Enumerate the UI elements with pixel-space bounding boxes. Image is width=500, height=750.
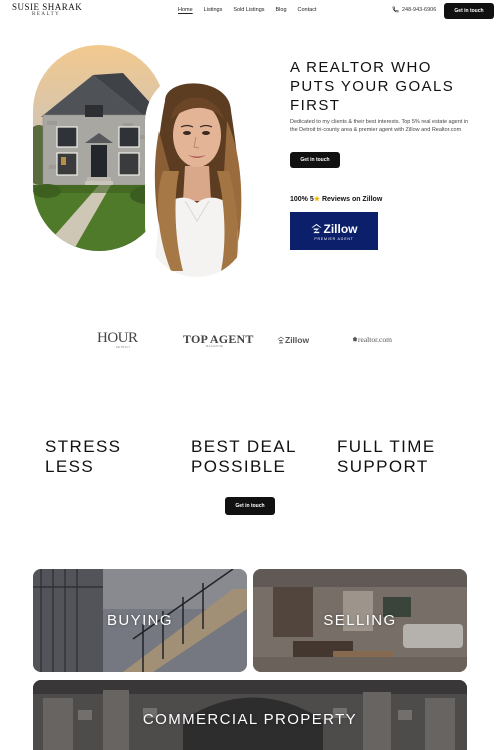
hero-get-in-touch-button[interactable]: Get in touch xyxy=(290,152,340,168)
zillow-reviews-text: 100% 5★ Reviews on Zillow xyxy=(290,195,382,203)
top-agent-logo-sub: MAGAZINE xyxy=(206,345,224,348)
commercial-property-label: COMMERCIAL PROPERTY xyxy=(142,711,358,728)
selling-label: SELLING xyxy=(323,612,397,629)
reviews-suffix: Reviews on Zillow xyxy=(320,196,383,203)
feature-best-deal: BEST DEAL POSSIBLE xyxy=(191,437,297,476)
press-logos: HOUR DETROIT TOP AGENT MAGAZINE Zillow r… xyxy=(0,328,500,352)
zillow-badge-title: Zillow xyxy=(310,221,358,236)
phone-link[interactable]: 248-943-6906 xyxy=(392,6,436,13)
commercial-property-card[interactable]: COMMERCIAL PROPERTY xyxy=(33,680,467,750)
features-get-in-touch-button[interactable]: Get in touch xyxy=(225,497,275,515)
logo-sub-text: REALTY xyxy=(32,12,61,17)
feature-stress-less: STRESS LESS xyxy=(45,437,122,476)
zillow-small-icon xyxy=(277,336,285,344)
selling-card[interactable]: SELLING xyxy=(253,569,467,672)
hour-logo: HOUR xyxy=(97,330,138,346)
feature-full-time-support: FULL TIME SUPPORT xyxy=(337,437,436,476)
buying-label: BUYING xyxy=(107,612,173,629)
zillow-logo-text: Zillow xyxy=(285,335,310,345)
phone-number: 248-943-6906 xyxy=(402,6,437,13)
hour-logo-sub: DETROIT xyxy=(116,346,131,349)
zillow-badge-subtitle: PREMIER AGENT xyxy=(314,236,354,241)
nav-item-contact[interactable]: Contact xyxy=(298,7,317,13)
reviews-prefix: 100% 5 xyxy=(290,196,314,203)
realtor-logo-text: realtor.com xyxy=(358,335,392,344)
zillow-logo-icon xyxy=(310,223,322,234)
site-logo[interactable]: SUSIE SHARAK REALTY xyxy=(12,2,82,18)
realtor-portrait-photo xyxy=(145,71,248,277)
zillow-premier-agent-badge[interactable]: Zillow PREMIER AGENT xyxy=(290,212,378,250)
hero-description: Dedicated to my clients & their best int… xyxy=(290,119,469,134)
logo-main-text: SUSIE SHARAK xyxy=(12,2,83,12)
hero-title: A REALTOR WHO PUTS YOUR GOALS FIRST xyxy=(290,59,455,114)
nav-item-home[interactable]: Home xyxy=(178,7,193,13)
nav-item-blog[interactable]: Blog xyxy=(276,7,287,13)
nav-item-sold-listings[interactable]: Sold Listings xyxy=(233,7,264,13)
realtor-portrait-illustration xyxy=(145,71,248,277)
phone-icon xyxy=(392,6,399,13)
nav-item-listings[interactable]: Listings xyxy=(204,7,223,13)
realtor-logo: realtor.com xyxy=(352,335,392,344)
site-header: SUSIE SHARAK REALTY Home Listings Sold L… xyxy=(0,0,500,22)
main-nav: Home Listings Sold Listings Blog Contact xyxy=(178,7,317,13)
header-get-in-touch-button[interactable]: Get in touch xyxy=(444,3,494,19)
buying-card[interactable]: BUYING xyxy=(33,569,247,672)
zillow-badge-word: Zillow xyxy=(323,221,358,236)
zillow-logo: Zillow xyxy=(277,335,309,345)
